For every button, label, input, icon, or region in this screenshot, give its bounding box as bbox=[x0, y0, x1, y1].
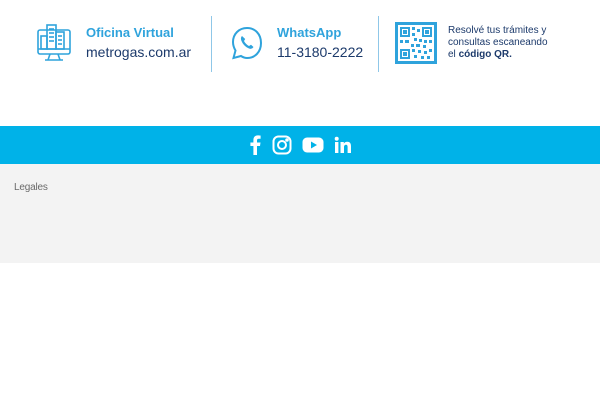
oficina-virtual-text: Oficina Virtual metrogas.com.ar bbox=[86, 24, 191, 62]
monitor-building-icon bbox=[36, 22, 72, 64]
whatsapp-heading: WhatsApp bbox=[277, 25, 342, 40]
whatsapp-number[interactable]: 11-3180-2222 bbox=[277, 42, 363, 62]
legal-footer: Legales bbox=[0, 164, 600, 263]
qr-code-icon bbox=[395, 22, 437, 64]
qr-text-line: el código QR. bbox=[448, 49, 568, 61]
contact-bar: Oficina Virtual metrogas.com.ar WhatsApp… bbox=[0, 0, 600, 126]
youtube-icon[interactable] bbox=[302, 137, 324, 153]
qr-text-line: consultas escaneando bbox=[448, 37, 548, 48]
legales-link[interactable]: Legales bbox=[14, 182, 48, 193]
qr-block: Resolvé tus trámites y consultas escanea… bbox=[395, 22, 568, 64]
whatsapp-block[interactable]: WhatsApp 11-3180-2222 bbox=[230, 24, 363, 62]
facebook-icon[interactable] bbox=[248, 135, 262, 155]
divider bbox=[211, 16, 212, 72]
oficina-virtual-link[interactable]: metrogas.com.ar bbox=[86, 42, 191, 62]
whatsapp-icon bbox=[230, 25, 264, 61]
linkedin-icon[interactable] bbox=[334, 136, 352, 154]
qr-text-bold: código QR. bbox=[458, 49, 512, 60]
divider bbox=[378, 16, 379, 72]
qr-text-prefix: el bbox=[448, 49, 459, 60]
qr-text-line: Resolvé tus trámites y bbox=[448, 25, 547, 36]
whatsapp-text: WhatsApp 11-3180-2222 bbox=[277, 24, 363, 62]
oficina-virtual-heading: Oficina Virtual bbox=[86, 25, 174, 40]
instagram-icon[interactable] bbox=[272, 135, 292, 155]
social-bar bbox=[0, 126, 600, 164]
qr-description: Resolvé tus trámites y consultas escanea… bbox=[448, 25, 568, 61]
oficina-virtual-block[interactable]: Oficina Virtual metrogas.com.ar bbox=[36, 22, 191, 64]
